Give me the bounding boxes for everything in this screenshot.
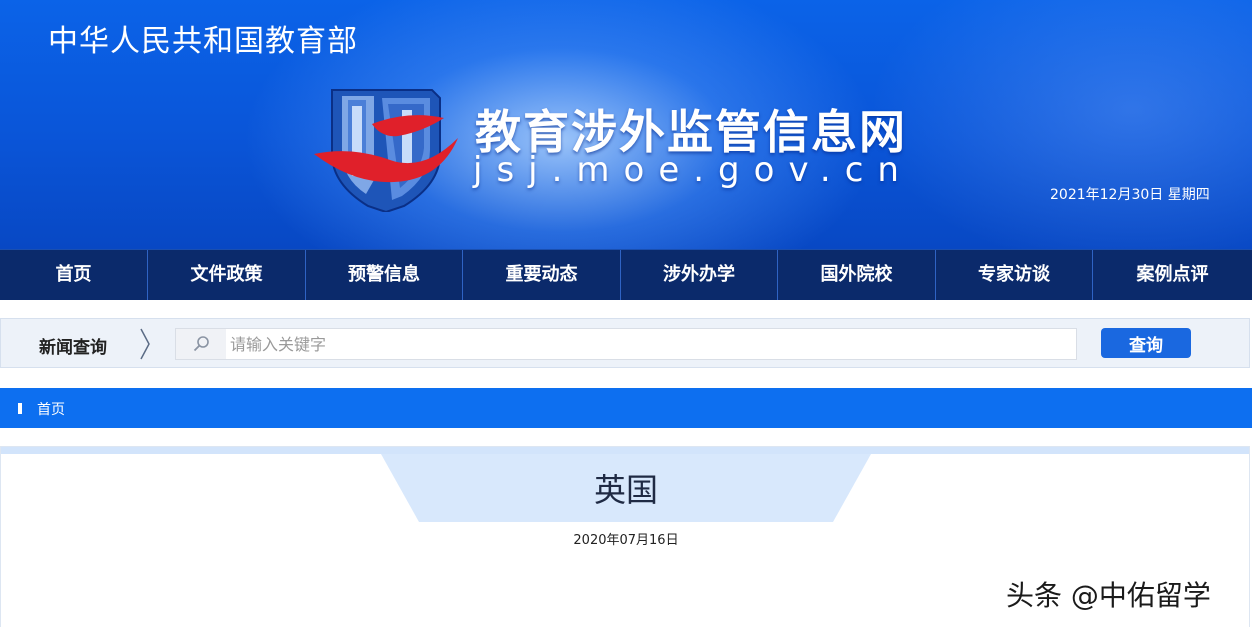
breadcrumb-marker [18, 403, 22, 414]
header-banner: 中华人民共和国教育部 教育涉外监管信息网 jsj.moe.gov.cn 2021… [0, 0, 1252, 249]
nav-item-foreign-institutions[interactable]: 国外院校 [777, 250, 935, 300]
search-button[interactable]: 查询 [1101, 328, 1191, 358]
nav-item-warnings[interactable]: 预警信息 [305, 250, 462, 300]
search-label: 新闻查询 [39, 338, 107, 358]
search-box [175, 328, 1077, 360]
nav-item-case-reviews[interactable]: 案例点评 [1092, 250, 1252, 300]
site-domain: jsj.moe.gov.cn [473, 150, 913, 190]
news-search-bar: 新闻查询 查询 [0, 318, 1250, 368]
watermark-text: 头条 @中佑留学 [1006, 579, 1211, 612]
nav-item-news[interactable]: 重要动态 [462, 250, 620, 300]
breadcrumb-home-link[interactable]: 首页 [37, 399, 65, 419]
nav-item-policy[interactable]: 文件政策 [147, 250, 305, 300]
search-icon-area [176, 329, 226, 359]
ministry-name[interactable]: 中华人民共和国教育部 [48, 16, 358, 60]
breadcrumb: 首页 [0, 388, 1252, 428]
main-nav: 首页 文件政策 预警信息 重要动态 涉外办学 国外院校 专家访谈 案例点评 [0, 249, 1252, 300]
nav-item-home[interactable]: 首页 [0, 250, 147, 300]
current-date: 2021年12月30日 星期四 [1050, 187, 1210, 203]
article-header-strip [1, 447, 1249, 454]
article-date: 2020年07月16日 [573, 533, 679, 548]
jsj-shield-logo-icon[interactable] [312, 84, 460, 212]
article-title: 英国 [593, 471, 658, 509]
search-input[interactable] [230, 329, 1070, 359]
search-icon [193, 336, 209, 352]
nav-item-foreign-schools-operation[interactable]: 涉外办学 [620, 250, 777, 300]
chevron-right-icon [140, 328, 150, 360]
nav-item-expert-interviews[interactable]: 专家访谈 [935, 250, 1092, 300]
